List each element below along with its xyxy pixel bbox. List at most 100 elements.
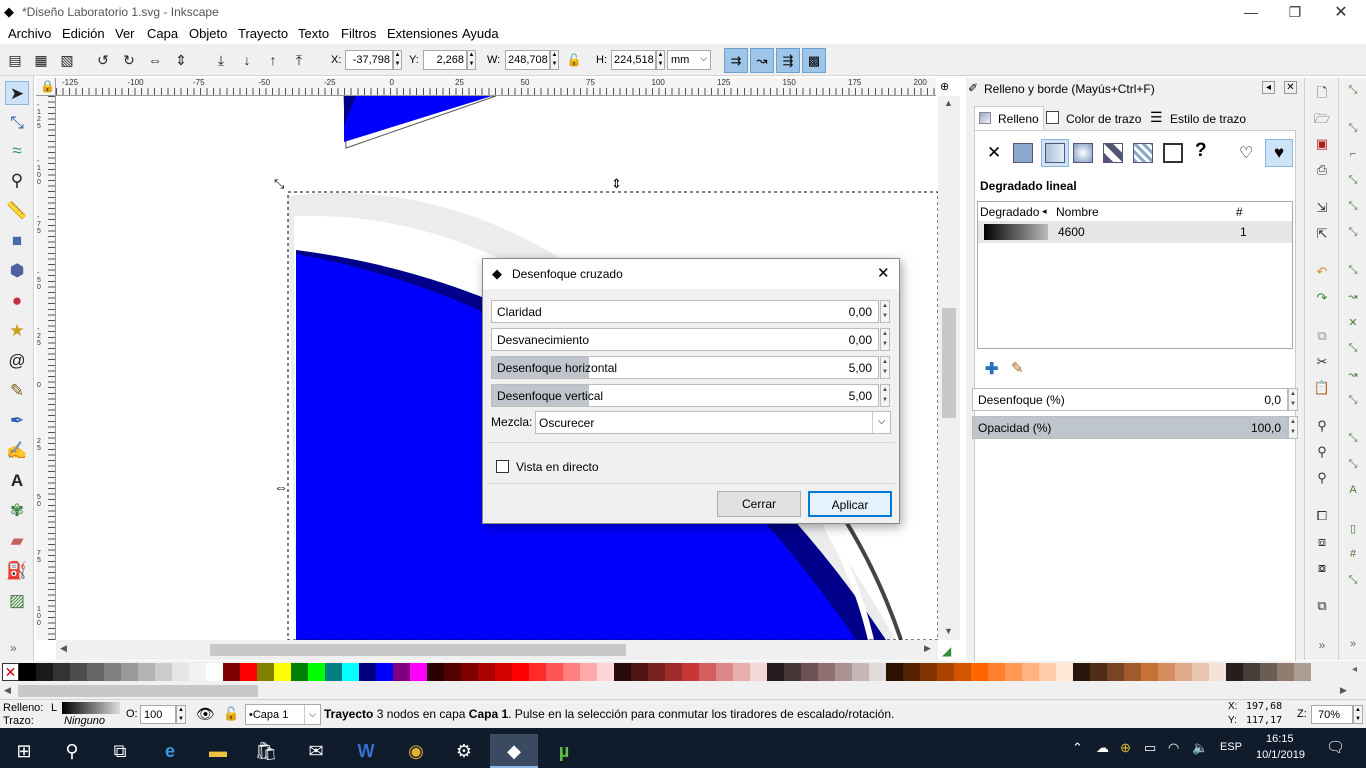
snap-guides-icon[interactable]: ⤡ <box>1345 574 1361 590</box>
color-manage-icon[interactable]: ◢ <box>942 644 951 658</box>
opacity-spinner[interactable]: ▲ ▼ <box>176 705 186 724</box>
blend-select[interactable]: Oscurecer ⌵ <box>535 411 891 434</box>
unset-paint-icon[interactable]: ? <box>1195 140 1207 162</box>
3d-box-tool-icon[interactable]: ⬢ <box>5 259 29 283</box>
eraser-tool-icon[interactable]: ▰ <box>5 529 29 553</box>
claridad-spinner[interactable]: ▲ ▼ <box>880 300 890 323</box>
palette-swatch[interactable] <box>291 663 308 681</box>
palette-swatch[interactable] <box>937 663 954 681</box>
swatch-icon[interactable] <box>1163 143 1183 163</box>
utorrent-icon[interactable]: µ <box>540 734 588 768</box>
save-icon[interactable]: ▣ <box>1313 136 1331 154</box>
palette-swatch[interactable] <box>750 663 767 681</box>
palette-menu-icon[interactable]: ◂ <box>1352 664 1357 675</box>
palette-swatch[interactable] <box>1107 663 1124 681</box>
mail-icon[interactable]: ✉ <box>292 734 340 768</box>
apply-button[interactable]: Aplicar <box>808 491 892 517</box>
blur-field[interactable]: Desenfoque (%) 0,0 <box>972 388 1288 411</box>
copy-icon[interactable]: ⧉ <box>1313 328 1331 346</box>
tray-chevron-icon[interactable]: ⌃ <box>1072 740 1083 756</box>
radial-gradient-icon[interactable] <box>1073 143 1093 163</box>
ellipse-tool-icon[interactable]: ● <box>5 289 29 313</box>
desvanecimiento-spinner[interactable]: ▲ ▼ <box>880 328 890 351</box>
hide-layer-icon[interactable]: 👁 <box>196 705 215 723</box>
text-tool-icon[interactable]: A <box>5 469 29 493</box>
palette-swatch[interactable] <box>665 663 682 681</box>
select-all-icon[interactable]: ▤ <box>6 51 24 69</box>
h-spinner[interactable]: ▲ ▼ <box>656 50 665 70</box>
vertical-blur-field[interactable]: Desenfoque vertical 5,00 <box>491 384 879 407</box>
snap-bbox-centers-icon[interactable]: ⤡ <box>1345 226 1361 242</box>
palette-swatch[interactable] <box>614 663 631 681</box>
x-spinner[interactable]: ▲ ▼ <box>393 50 402 70</box>
opacity-spinner[interactable]: ▲ ▼ <box>1288 416 1298 439</box>
palette-swatch[interactable] <box>1039 663 1056 681</box>
notifications-icon[interactable]: 🗨 <box>1326 738 1345 756</box>
scroll-right-icon[interactable]: ▶ <box>1340 685 1347 696</box>
clone-icon[interactable]: ⧈ <box>1313 534 1331 552</box>
node-tool-icon[interactable]: ⤡ <box>5 111 29 135</box>
scroll-down-icon[interactable]: ▼ <box>944 626 953 636</box>
palette-scroll-thumb[interactable] <box>18 685 258 697</box>
palette-swatch[interactable] <box>104 663 121 681</box>
deselect-icon[interactable]: ▧ <box>58 51 76 69</box>
zoom-drawing-icon[interactable]: ⚲ <box>1313 444 1331 462</box>
palette-swatch[interactable] <box>903 663 920 681</box>
palette-swatch[interactable] <box>376 663 393 681</box>
tab-relleno[interactable]: Relleno <box>974 106 1044 131</box>
menu-archivo[interactable]: Archivo <box>8 26 51 41</box>
palette-swatch[interactable] <box>138 663 155 681</box>
lower-icon[interactable]: ↓ <box>238 51 256 69</box>
palette-swatch[interactable] <box>886 663 903 681</box>
linear-gradient-button[interactable] <box>1041 139 1069 167</box>
new-document-icon[interactable]: 🗋 <box>1313 84 1331 102</box>
rotate-ccw-icon[interactable]: ↺ <box>94 51 112 69</box>
snap-bbox-edges-icon[interactable]: ⌐ <box>1345 148 1361 164</box>
canvas-horizontal-scrollbar[interactable]: ◀ ▶ <box>56 640 938 660</box>
add-gradient-icon[interactable]: ✚ <box>985 359 998 379</box>
palette-swatch[interactable] <box>1226 663 1243 681</box>
vertical-scroll-thumb[interactable] <box>942 308 956 418</box>
palette-swatch[interactable] <box>682 663 699 681</box>
palette-swatch[interactable] <box>835 663 852 681</box>
select-all-layers-icon[interactable]: ▦ <box>32 51 50 69</box>
palette-swatch[interactable] <box>580 663 597 681</box>
palette-swatch[interactable] <box>699 663 716 681</box>
palette-swatch[interactable] <box>19 663 36 681</box>
move-patterns-toggle[interactable]: ▩ <box>802 48 826 73</box>
menu-filtros[interactable]: Filtros <box>341 26 376 41</box>
more-tools-icon[interactable]: » <box>10 641 17 655</box>
w-spinner[interactable]: ▲ ▼ <box>550 50 559 70</box>
lock-icon[interactable]: 🔓 <box>565 51 583 69</box>
palette-swatch[interactable] <box>1005 663 1022 681</box>
palette-swatch[interactable] <box>971 663 988 681</box>
y-input[interactable]: 2,268 <box>423 50 467 70</box>
flip-vertical-icon[interactable]: ⇕ <box>172 51 190 69</box>
palette-swatch[interactable] <box>1141 663 1158 681</box>
palette-swatch[interactable] <box>53 663 70 681</box>
canvas-vertical-scrollbar[interactable]: ▲ ▼ <box>938 96 960 640</box>
snap-smooth-nodes-icon[interactable]: ↝ <box>1345 368 1361 384</box>
no-color-swatch[interactable]: ✕ <box>2 663 19 681</box>
search-icon[interactable]: ⚲ <box>48 734 96 768</box>
palette-swatch[interactable] <box>988 663 1005 681</box>
palette-swatch[interactable] <box>257 663 274 681</box>
scale-handle-icon[interactable]: ⇔ <box>274 479 288 495</box>
opacity-input[interactable]: 100 <box>140 705 176 724</box>
zoom-selection-icon[interactable]: ⚲ <box>1313 418 1331 436</box>
close-panel-icon[interactable]: ✕ <box>1284 81 1297 94</box>
palette-swatch[interactable] <box>410 663 427 681</box>
count-column-header[interactable]: # <box>1236 205 1243 219</box>
palette-swatch[interactable] <box>920 663 937 681</box>
onedrive-icon[interactable]: ☁ <box>1096 740 1109 756</box>
store-icon[interactable]: 🛍 <box>242 734 290 768</box>
lock-layer-icon[interactable]: 🔓 <box>223 706 239 722</box>
close-button[interactable]: ✕ <box>1318 0 1364 24</box>
palette-swatch[interactable] <box>1090 663 1107 681</box>
palette-swatch[interactable] <box>189 663 206 681</box>
language-indicator[interactable]: ESP <box>1220 741 1242 753</box>
palette-swatch[interactable] <box>172 663 189 681</box>
fill-indicator[interactable] <box>62 702 120 714</box>
measure-tool-icon[interactable]: 📏 <box>5 199 29 223</box>
snap-enable-icon[interactable]: ⤡ <box>1345 84 1361 100</box>
